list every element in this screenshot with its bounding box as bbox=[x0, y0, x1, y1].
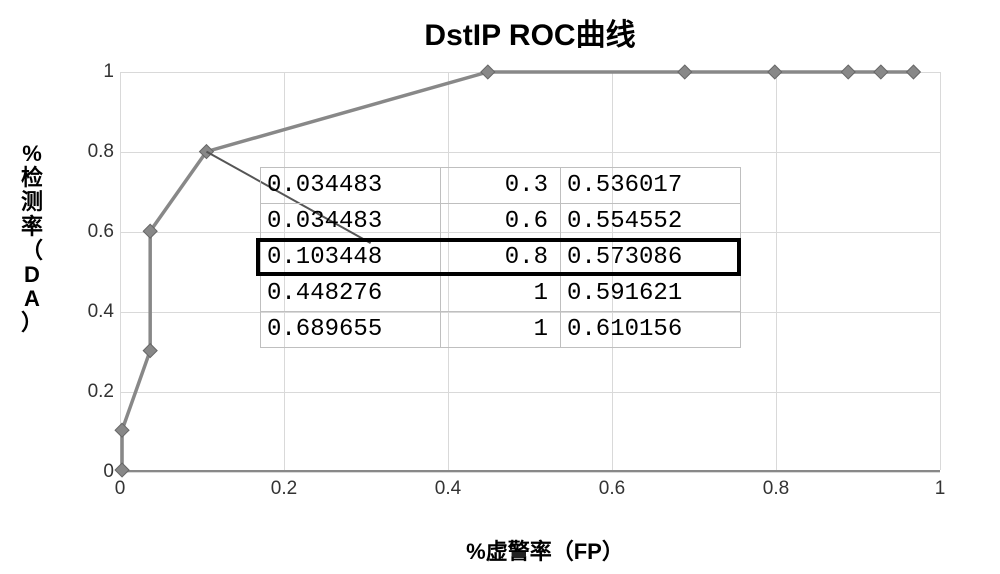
table-row: 0.44827610.591621 bbox=[261, 276, 741, 312]
chart-title: DstIP ROC曲线 bbox=[90, 10, 970, 54]
y-tick-label: 1 bbox=[68, 61, 114, 83]
data-marker bbox=[841, 65, 855, 79]
table-cell: 0.3 bbox=[441, 168, 561, 204]
y-tick-label: 0.4 bbox=[68, 301, 114, 323]
gridline-h bbox=[120, 472, 940, 473]
x-tick-label: 0.2 bbox=[271, 478, 297, 500]
table-cell: 0.034483 bbox=[261, 168, 441, 204]
x-tick-label: 0.6 bbox=[599, 478, 625, 500]
data-marker bbox=[143, 344, 157, 358]
y-tick-label: 0.6 bbox=[68, 221, 114, 243]
data-marker bbox=[768, 65, 782, 79]
y-tick-label: 0 bbox=[68, 461, 114, 483]
table-cell: 0.610156 bbox=[561, 312, 741, 348]
x-tick-label: 0.8 bbox=[763, 478, 789, 500]
y-tick-label: 0.8 bbox=[68, 141, 114, 163]
table-cell: 1 bbox=[441, 276, 561, 312]
data-marker bbox=[678, 65, 692, 79]
table-cell: 1 bbox=[441, 312, 561, 348]
data-marker bbox=[115, 423, 129, 437]
x-axis-label: %虚警率（FP） bbox=[120, 534, 970, 566]
table-cell: 0.034483 bbox=[261, 204, 441, 240]
table-cell: 0.103448 bbox=[261, 240, 441, 276]
table-row: 0.1034480.80.573086 bbox=[261, 240, 741, 276]
table-cell: 0.573086 bbox=[561, 240, 741, 276]
data-marker bbox=[481, 65, 495, 79]
x-tick-label: 0 bbox=[115, 478, 126, 500]
y-tick-label: 0.2 bbox=[68, 381, 114, 403]
table-cell: 0.448276 bbox=[261, 276, 441, 312]
table-row: 0.0344830.60.554552 bbox=[261, 204, 741, 240]
chart-container: DstIP ROC曲线 % 检 测 率 （ D A ） 00.20.40.60.… bbox=[30, 10, 970, 564]
gridline-v bbox=[940, 72, 941, 470]
table-row: 0.68965510.610156 bbox=[261, 312, 741, 348]
table-row: 0.0344830.30.536017 bbox=[261, 168, 741, 204]
x-tick-label: 0.4 bbox=[435, 478, 461, 500]
data-marker bbox=[115, 463, 129, 477]
data-marker bbox=[874, 65, 888, 79]
x-tick-label: 1 bbox=[935, 478, 946, 500]
y-axis-label: % 检 测 率 （ D A ） bbox=[20, 142, 44, 336]
plot-wrap: % 检 测 率 （ D A ） 00.20.40.60.8100.20.40.6… bbox=[30, 62, 970, 492]
table-cell: 0.6 bbox=[441, 204, 561, 240]
annotation-table: 0.0344830.30.5360170.0344830.60.5545520.… bbox=[260, 167, 741, 348]
data-marker bbox=[907, 65, 921, 79]
table-cell: 0.689655 bbox=[261, 312, 441, 348]
table-cell: 0.554552 bbox=[561, 204, 741, 240]
table-cell: 0.8 bbox=[441, 240, 561, 276]
table-cell: 0.591621 bbox=[561, 276, 741, 312]
table-cell: 0.536017 bbox=[561, 168, 741, 204]
